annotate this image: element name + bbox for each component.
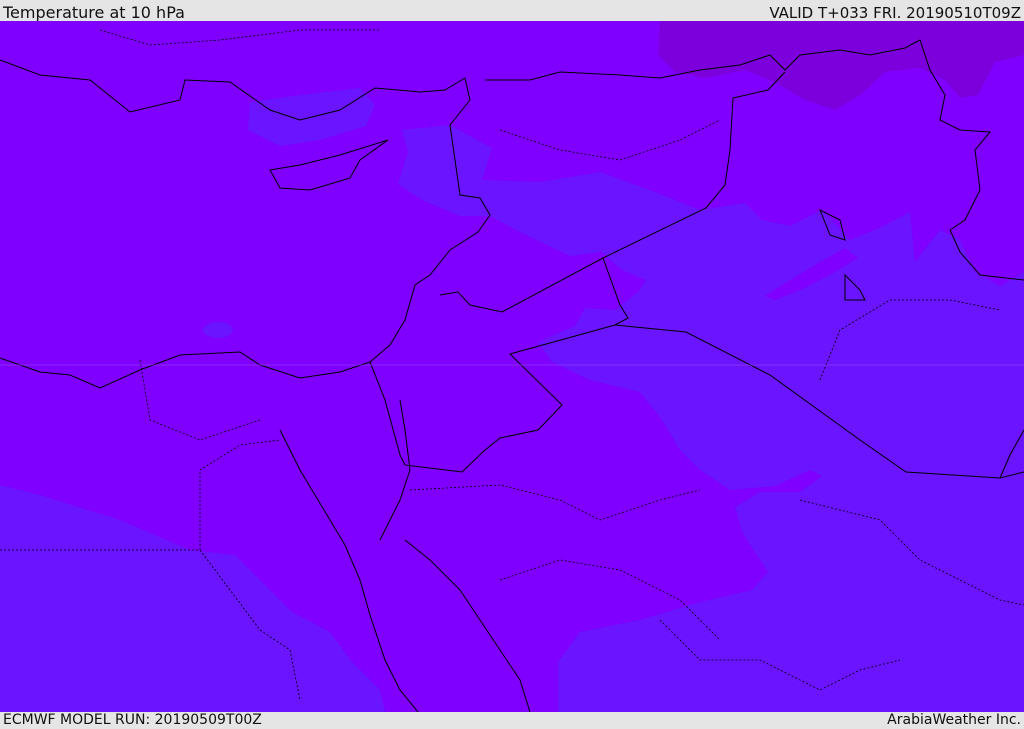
- model-run: ECMWF MODEL RUN: 20190509T00Z: [3, 712, 262, 728]
- credit: ArabiaWeather Inc.: [887, 712, 1021, 728]
- map-title: Temperature at 10 hPa: [3, 3, 185, 22]
- cool-spot: [203, 322, 233, 338]
- footer-bar: ECMWF MODEL RUN: 20190509T00Z ArabiaWeat…: [0, 712, 1024, 729]
- temperature-map: [0, 21, 1024, 712]
- header-bar: Temperature at 10 hPa VALID T+033 FRI. 2…: [0, 0, 1024, 23]
- valid-time: VALID T+033 FRI. 20190510T09Z: [769, 4, 1021, 22]
